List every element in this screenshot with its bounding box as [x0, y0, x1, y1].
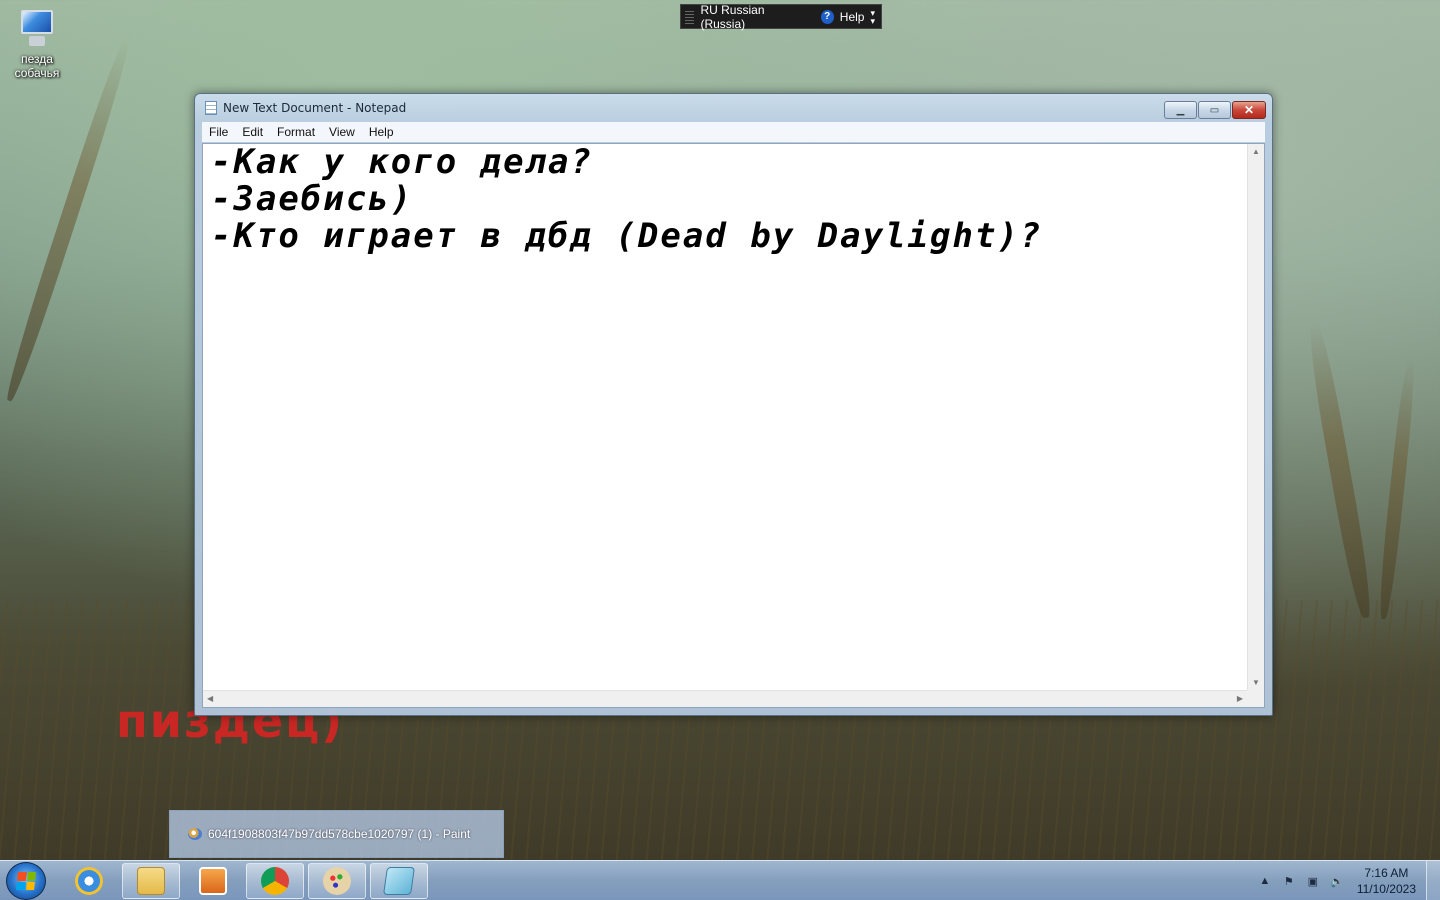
taskbar-notepad[interactable] — [370, 863, 428, 899]
scroll-down-icon[interactable]: ▼ — [1252, 678, 1260, 687]
grip-handle-icon[interactable] — [685, 9, 695, 24]
scroll-right-icon[interactable]: ▶ — [1237, 694, 1243, 703]
scroll-up-icon[interactable]: ▲ — [1252, 147, 1260, 156]
clock-time: 7:16 AM — [1364, 866, 1409, 880]
language-bar[interactable]: RU Russian (Russia) ? Help ▾ ▾ — [680, 3, 882, 31]
close-button[interactable]: ✕ — [1232, 101, 1266, 119]
menu-edit[interactable]: Edit — [235, 125, 270, 139]
menu-file[interactable]: File — [202, 125, 235, 139]
chrome-icon — [261, 867, 289, 895]
action-center-flag-icon[interactable]: ⚑ — [1281, 873, 1297, 889]
window-title: New Text Document - Notepad — [223, 101, 407, 115]
language-indicator[interactable]: RU Russian (Russia) — [700, 3, 806, 31]
scroll-left-icon[interactable]: ◀ — [207, 694, 213, 703]
menu-help[interactable]: Help — [362, 125, 401, 139]
language-bar-help[interactable]: Help — [840, 10, 865, 24]
taskbar: ▲ ⚑ ▣ 🔈 7:16 AM 11/10/2023 — [0, 860, 1440, 900]
wallpaper-stalk — [1, 36, 135, 404]
clock-date: 11/10/2023 — [1356, 882, 1416, 896]
menu-view[interactable]: View — [322, 125, 362, 139]
clock[interactable]: 7:16 AM 11/10/2023 — [1357, 865, 1416, 897]
volume-muted-icon[interactable]: 🔈 — [1329, 873, 1345, 889]
window-controls: ▁ ▭ ✕ — [1164, 101, 1266, 119]
desktop-icon-label: пезда собачья — [14, 52, 60, 80]
options-arrow-icon[interactable]: ▾ ▾ — [870, 8, 875, 25]
paint-icon — [188, 828, 202, 840]
text-editor[interactable]: -Как у кого дела? -Заебись) -Кто играет … — [202, 143, 1265, 708]
windows-logo-icon — [16, 872, 36, 890]
taskbar-windows-explorer[interactable] — [122, 863, 180, 899]
media-player-icon — [199, 867, 227, 895]
folder-icon — [137, 867, 165, 895]
computer-icon — [15, 8, 59, 48]
notepad-icon — [383, 867, 415, 895]
wallpaper-stalk — [1376, 359, 1418, 621]
menu-format[interactable]: Format — [270, 125, 322, 139]
internet-explorer-icon — [75, 867, 103, 895]
wallpaper-stalk — [1304, 320, 1376, 620]
close-icon: ✕ — [1243, 103, 1255, 117]
paint-palette-icon — [323, 867, 351, 895]
start-button[interactable] — [6, 862, 46, 900]
title-bar[interactable]: New Text Document - Notepad — [195, 94, 1272, 122]
help-icon[interactable]: ? — [820, 9, 834, 24]
taskbar-preview-paint[interactable]: 604f1908803f47b97dd578cbe1020797 (1) - P… — [169, 810, 504, 858]
show-hidden-icons-icon[interactable]: ▲ — [1257, 873, 1273, 889]
notepad-app-icon[interactable] — [205, 101, 217, 115]
taskbar-google-chrome[interactable] — [246, 863, 304, 899]
maximize-button[interactable]: ▭ — [1198, 101, 1231, 119]
show-desktop-button[interactable] — [1426, 861, 1440, 900]
taskbar-internet-explorer[interactable] — [60, 863, 118, 899]
desktop-icon-computer[interactable]: пезда собачья — [6, 8, 68, 80]
menu-bar: File Edit Format View Help — [202, 122, 1265, 142]
notepad-window[interactable]: New Text Document - Notepad ▁ ▭ ✕ File E… — [194, 93, 1273, 716]
taskbar-media-player[interactable] — [184, 863, 242, 899]
taskbar-paint[interactable] — [308, 863, 366, 899]
document-text[interactable]: -Как у кого дела? -Заебись) -Кто играет … — [211, 144, 1244, 689]
network-icon[interactable]: ▣ — [1305, 873, 1321, 889]
horizontal-scrollbar[interactable]: ◀ ▶ — [203, 690, 1247, 707]
vertical-scrollbar[interactable]: ▲ ▼ — [1247, 144, 1264, 690]
maximize-icon: ▭ — [1209, 104, 1220, 116]
minimize-icon: ▁ — [1176, 104, 1185, 116]
preview-label: 604f1908803f47b97dd578cbe1020797 (1) - P… — [208, 827, 471, 841]
resize-grip-icon[interactable] — [1247, 690, 1264, 707]
minimize-button[interactable]: ▁ — [1164, 101, 1197, 119]
system-tray: ▲ ⚑ ▣ 🔈 7:16 AM 11/10/2023 — [1253, 861, 1440, 900]
